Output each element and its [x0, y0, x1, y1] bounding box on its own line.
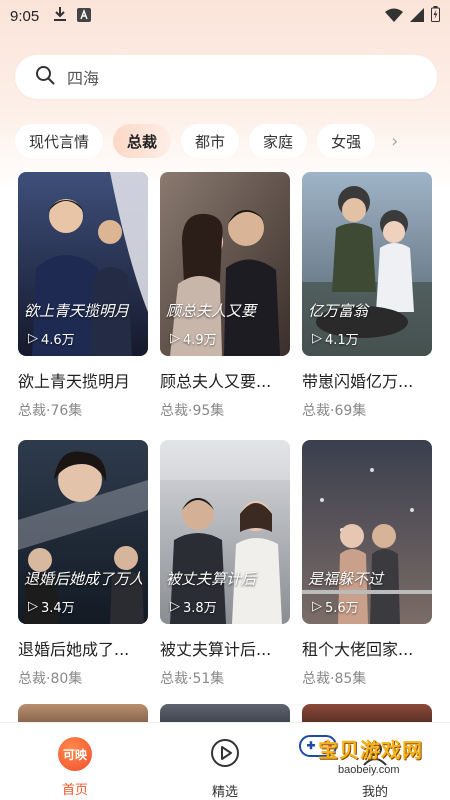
drama-meta: 总裁·95集: [160, 403, 225, 419]
play-icon: ▷: [170, 331, 180, 346]
drama-title[interactable]: 顾总夫人又要...: [160, 368, 290, 392]
drama-title[interactable]: 被丈夫算计后...: [160, 636, 290, 660]
category-chips: 现代言情 总裁 都市 家庭 女强 ›: [15, 122, 445, 160]
drama-meta: 总裁·51集: [160, 671, 225, 687]
drama-poster[interactable]: 顾总夫人又要 ▷ 4.9万: [160, 172, 290, 356]
drama-card[interactable]: 退婚后她成了万人迷 ▷3.4万 退婚后她成了... 总裁·80集: [18, 440, 148, 688]
wifi-icon: [385, 7, 403, 26]
play-count: ▷ 5.6万: [312, 599, 359, 616]
app-logo-icon: 可映: [58, 737, 92, 771]
drama-title[interactable]: 欲上青天揽明月: [18, 368, 148, 392]
play-icon: ▷: [28, 331, 38, 346]
chip-ceo[interactable]: 总裁: [113, 124, 172, 158]
play-count: ▷ 4.1万: [312, 331, 359, 348]
watermark-url: baobeiy.com: [338, 764, 400, 776]
chip-modern-romance[interactable]: 现代言情: [15, 124, 104, 158]
drama-meta: 总裁·80集: [18, 671, 83, 687]
tab-home[interactable]: 可映 首页: [0, 723, 150, 800]
watermark-text: 宝贝游戏网: [318, 738, 423, 762]
chip-urban[interactable]: 都市: [181, 124, 240, 158]
watermark: 宝贝游戏网 baobeiy.com: [298, 730, 438, 790]
drama-meta: 总裁·69集: [302, 403, 367, 419]
tab-featured[interactable]: 精选: [150, 723, 300, 800]
chip-family[interactable]: 家庭: [249, 124, 308, 158]
poster-title: 顾总夫人又要: [166, 302, 257, 320]
battery-icon: [431, 6, 440, 26]
drama-poster[interactable]: 被丈夫算计后 ▷ 3.8万: [160, 440, 290, 624]
drama-card[interactable]: 顾总夫人又要 ▷ 4.9万 顾总夫人又要... 总裁·95集: [160, 172, 290, 420]
drama-card[interactable]: 被丈夫算计后 ▷ 3.8万 被丈夫算计后... 总裁·51集: [160, 440, 290, 688]
drama-title[interactable]: 退婚后她成了...: [18, 636, 148, 660]
status-time: 9:05: [10, 7, 40, 25]
drama-title[interactable]: 租个大佬回家...: [302, 636, 432, 660]
drama-card[interactable]: 亿万富翁 ▷ 4.1万 带崽闪婚亿万... 总裁·69集: [302, 172, 432, 420]
poster-title: 被丈夫算计后: [166, 570, 257, 588]
chip-strong-female[interactable]: 女强: [317, 124, 376, 158]
poster-title: 退婚后她成了万人迷: [24, 570, 142, 588]
poster-title: 亿万富翁: [308, 302, 369, 320]
play-icon: ▷: [312, 599, 322, 614]
play-icon: ▷: [170, 599, 180, 614]
play-count: ▷ 3.4万: [28, 599, 75, 616]
drama-poster[interactable]: 退婚后她成了万人迷 ▷3.4万: [18, 440, 148, 624]
status-bar: 9:05: [0, 0, 450, 32]
drama-poster[interactable]: 欲上青天揽明月 ▷ 4.6万: [18, 172, 148, 356]
drama-meta: 总裁·76集: [18, 403, 83, 419]
search-input[interactable]: 四海: [67, 65, 99, 89]
play-icon: ▷: [28, 599, 38, 614]
drama-poster[interactable]: 亿万富翁 ▷ 4.1万: [302, 172, 432, 356]
drama-meta: 总裁·85集: [302, 671, 367, 687]
chevron-right-icon[interactable]: ›: [391, 131, 398, 152]
a-box-icon: [77, 7, 92, 26]
drama-card[interactable]: 是福躲不过 ▷ 5.6万 租个大佬回家... 总裁·85集: [302, 440, 432, 688]
drama-grid: 欲上青天揽明月 ▷ 4.6万 欲上青天揽明月 总裁·76集 顾总夫人又要 ▷ 4.9…: [18, 172, 434, 688]
signal-icon: [410, 7, 424, 26]
play-circle-icon: [209, 737, 241, 773]
tab-home-label: 首页: [61, 783, 88, 798]
play-count: ▷ 4.9万: [170, 331, 217, 348]
drama-title[interactable]: 带崽闪婚亿万...: [302, 368, 432, 392]
search-icon: [35, 65, 55, 89]
download-icon: [53, 6, 67, 26]
poster-title: 是福躲不过: [308, 570, 384, 588]
drama-poster[interactable]: 是福躲不过 ▷ 5.6万: [302, 440, 432, 624]
play-count: ▷ 3.8万: [170, 599, 217, 616]
poster-title: 欲上青天揽明月: [24, 302, 130, 320]
play-count: ▷ 4.6万: [28, 331, 75, 348]
play-icon: ▷: [312, 331, 322, 346]
tab-featured-label: 精选: [211, 785, 238, 800]
drama-card[interactable]: 欲上青天揽明月 ▷ 4.6万 欲上青天揽明月 总裁·76集: [18, 172, 148, 420]
search-bar[interactable]: 四海: [15, 55, 437, 99]
